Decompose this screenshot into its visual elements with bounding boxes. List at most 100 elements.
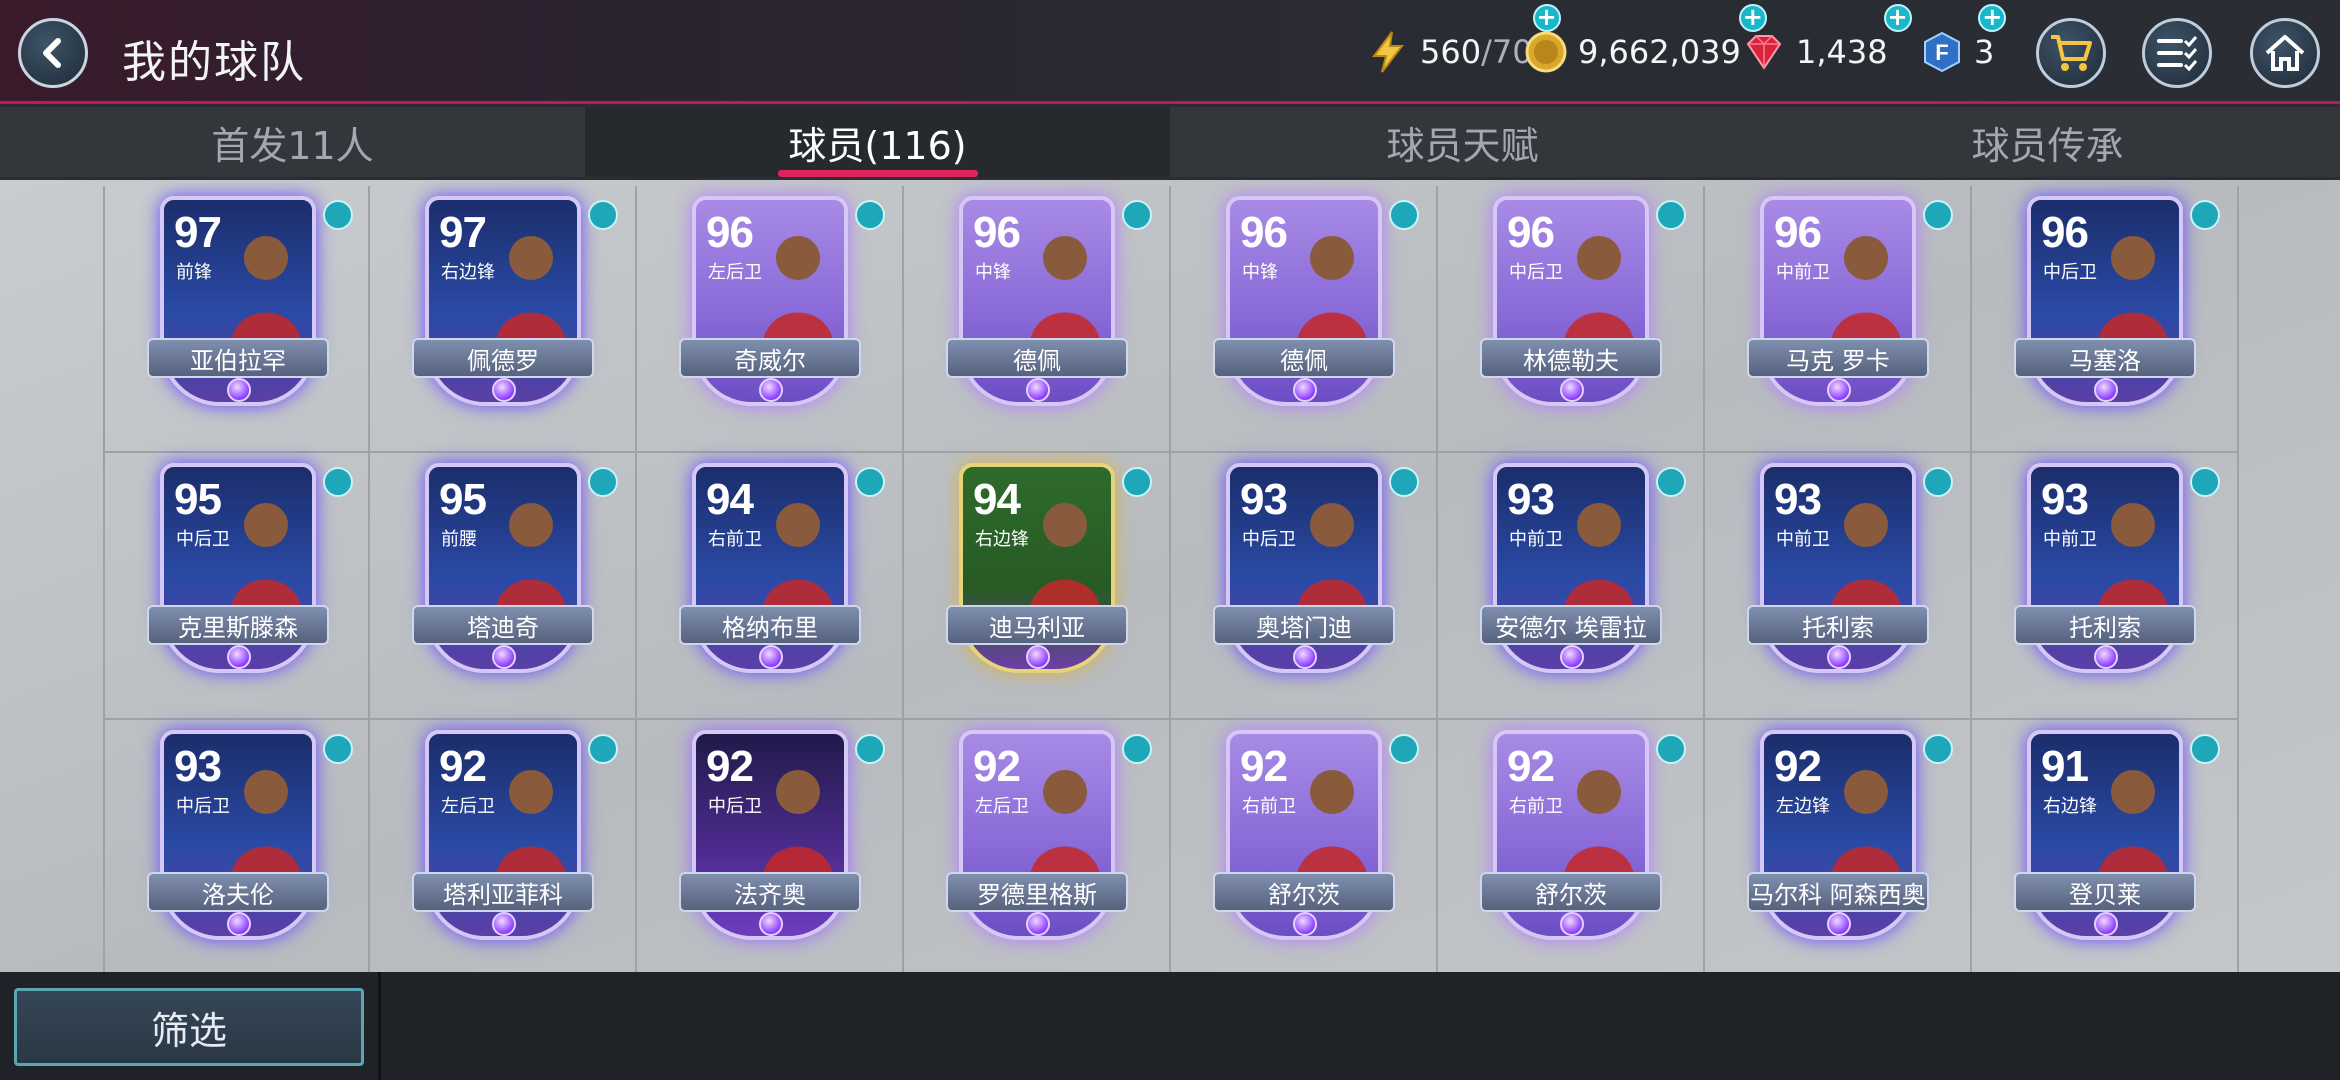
player-name: 洛夫伦 <box>147 872 329 912</box>
lock-icon[interactable] <box>588 734 618 764</box>
lock-icon[interactable] <box>1122 467 1152 497</box>
player-slot[interactable]: 91 右边锋 登贝莱 <box>1972 720 2239 987</box>
player-slot[interactable]: 95 前腰 塔迪奇 <box>370 453 637 720</box>
lock-icon[interactable] <box>2190 734 2220 764</box>
lock-icon[interactable] <box>855 734 885 764</box>
lock-icon[interactable] <box>588 467 618 497</box>
player-slot[interactable]: 95 中后卫 克里斯滕森 <box>103 453 370 720</box>
checklist-icon <box>2157 36 2198 72</box>
player-slot[interactable]: 96 中前卫 马克 罗卡 <box>1705 186 1972 453</box>
lock-icon[interactable] <box>2190 467 2220 497</box>
player-rating: 93 <box>174 742 222 791</box>
player-slot[interactable]: 96 中后卫 林德勒夫 <box>1438 186 1705 453</box>
card-gem-icon <box>227 912 251 936</box>
player-slot[interactable]: 93 中后卫 奥塔门迪 <box>1171 453 1438 720</box>
player-name: 托利索 <box>2014 605 2196 645</box>
player-slot[interactable]: 92 左后卫 罗德里格斯 <box>904 720 1171 987</box>
player-rating: 97 <box>439 208 487 257</box>
lock-icon[interactable] <box>588 200 618 230</box>
energy-current: 560 <box>1420 33 1482 71</box>
player-slot[interactable]: 93 中前卫 安德尔 埃雷拉 <box>1438 453 1705 720</box>
player-slot[interactable]: 96 左后卫 奇威尔 <box>637 186 904 453</box>
menu-button[interactable] <box>2142 18 2212 88</box>
tab-starting-eleven[interactable]: 首发11人 <box>0 107 585 177</box>
player-portrait-icon <box>1563 236 1635 350</box>
player-portrait-icon <box>495 236 567 350</box>
lock-icon[interactable] <box>1389 467 1419 497</box>
bottom-bar: 筛选 <box>0 972 2340 1080</box>
player-portrait-icon <box>1563 770 1635 884</box>
back-arrow-icon <box>43 38 61 68</box>
card-gem-icon <box>1560 912 1584 936</box>
lock-icon[interactable] <box>323 734 353 764</box>
player-slot[interactable]: 92 左后卫 塔利亚菲科 <box>370 720 637 987</box>
tab-player-legacy[interactable]: 球员传承 <box>1755 107 2340 177</box>
coins-counter: 9,662,039 + <box>1524 4 1767 82</box>
card-gem-icon <box>2094 378 2118 402</box>
player-slot[interactable]: 92 中后卫 法齐奥 <box>637 720 904 987</box>
lock-icon[interactable] <box>1656 200 1686 230</box>
player-list: 97 前锋 亚伯拉罕 97 右边锋 佩德罗 96 左后卫 奇威尔 96 中锋 德… <box>0 180 2340 987</box>
gem-icon <box>1746 35 1782 70</box>
player-slot[interactable]: 93 中前卫 托利索 <box>1972 453 2239 720</box>
back-button[interactable] <box>18 18 88 88</box>
card-gem-icon <box>492 645 516 669</box>
player-slot[interactable]: 94 右边锋 迪马利亚 <box>904 453 1171 720</box>
lock-icon[interactable] <box>1923 200 1953 230</box>
player-rating: 96 <box>1240 208 1288 257</box>
player-slot[interactable]: 92 右前卫 舒尔茨 <box>1171 720 1438 987</box>
player-slot[interactable]: 97 右边锋 佩德罗 <box>370 186 637 453</box>
filter-button[interactable]: 筛选 <box>14 988 364 1066</box>
player-rating: 93 <box>1774 475 1822 524</box>
card-gem-icon <box>759 378 783 402</box>
player-portrait-icon <box>230 236 302 350</box>
lock-icon[interactable] <box>323 467 353 497</box>
card-gem-icon <box>2094 912 2118 936</box>
add-fifa-points-button[interactable]: + <box>1978 4 2007 32</box>
player-slot[interactable]: 96 中后卫 马塞洛 <box>1972 186 2239 453</box>
player-name: 克里斯滕森 <box>147 605 329 645</box>
player-position: 前锋 <box>176 262 212 283</box>
player-slot[interactable]: 97 前锋 亚伯拉罕 <box>103 186 370 453</box>
player-name: 奇威尔 <box>679 338 861 378</box>
player-portrait-icon <box>1029 770 1101 884</box>
lock-icon[interactable] <box>1923 734 1953 764</box>
player-slot[interactable]: 93 中后卫 洛夫伦 <box>103 720 370 987</box>
player-slot[interactable]: 96 中锋 德佩 <box>1171 186 1438 453</box>
player-portrait-icon <box>230 503 302 617</box>
home-button[interactable] <box>2250 18 2320 88</box>
lock-icon[interactable] <box>1389 734 1419 764</box>
player-name: 佩德罗 <box>412 338 594 378</box>
lock-icon[interactable] <box>1923 467 1953 497</box>
player-portrait-icon <box>2097 503 2169 617</box>
lock-icon[interactable] <box>1656 734 1686 764</box>
lock-icon[interactable] <box>855 467 885 497</box>
lock-icon[interactable] <box>1122 200 1152 230</box>
lock-icon[interactable] <box>323 200 353 230</box>
lock-icon[interactable] <box>1389 200 1419 230</box>
player-slot[interactable]: 96 中锋 德佩 <box>904 186 1171 453</box>
tab-players[interactable]: 球员(116) <box>585 107 1170 177</box>
store-button[interactable] <box>2036 18 2106 88</box>
player-rating: 97 <box>174 208 222 257</box>
player-portrait-icon <box>1830 503 1902 617</box>
player-name: 奥塔门迪 <box>1213 605 1395 645</box>
lock-icon[interactable] <box>1122 734 1152 764</box>
player-slot[interactable]: 94 右前卫 格纳布里 <box>637 453 904 720</box>
player-rating: 94 <box>706 475 754 524</box>
lock-icon[interactable] <box>2190 200 2220 230</box>
player-slot[interactable]: 93 中前卫 托利索 <box>1705 453 1972 720</box>
player-portrait-icon <box>495 503 567 617</box>
add-gems-button[interactable]: + <box>1883 4 1912 32</box>
player-portrait-icon <box>762 236 834 350</box>
card-gem-icon <box>1560 645 1584 669</box>
card-gem-icon <box>1293 912 1317 936</box>
player-rating: 92 <box>973 742 1021 791</box>
lock-icon[interactable] <box>1656 467 1686 497</box>
tab-player-talents[interactable]: 球员天赋 <box>1170 107 1755 177</box>
player-rating: 94 <box>973 475 1021 524</box>
player-slot[interactable]: 92 右前卫 舒尔茨 <box>1438 720 1705 987</box>
player-rating: 93 <box>1507 475 1555 524</box>
lock-icon[interactable] <box>855 200 885 230</box>
player-slot[interactable]: 92 左边锋 马尔科 阿森西奥 <box>1705 720 1972 987</box>
